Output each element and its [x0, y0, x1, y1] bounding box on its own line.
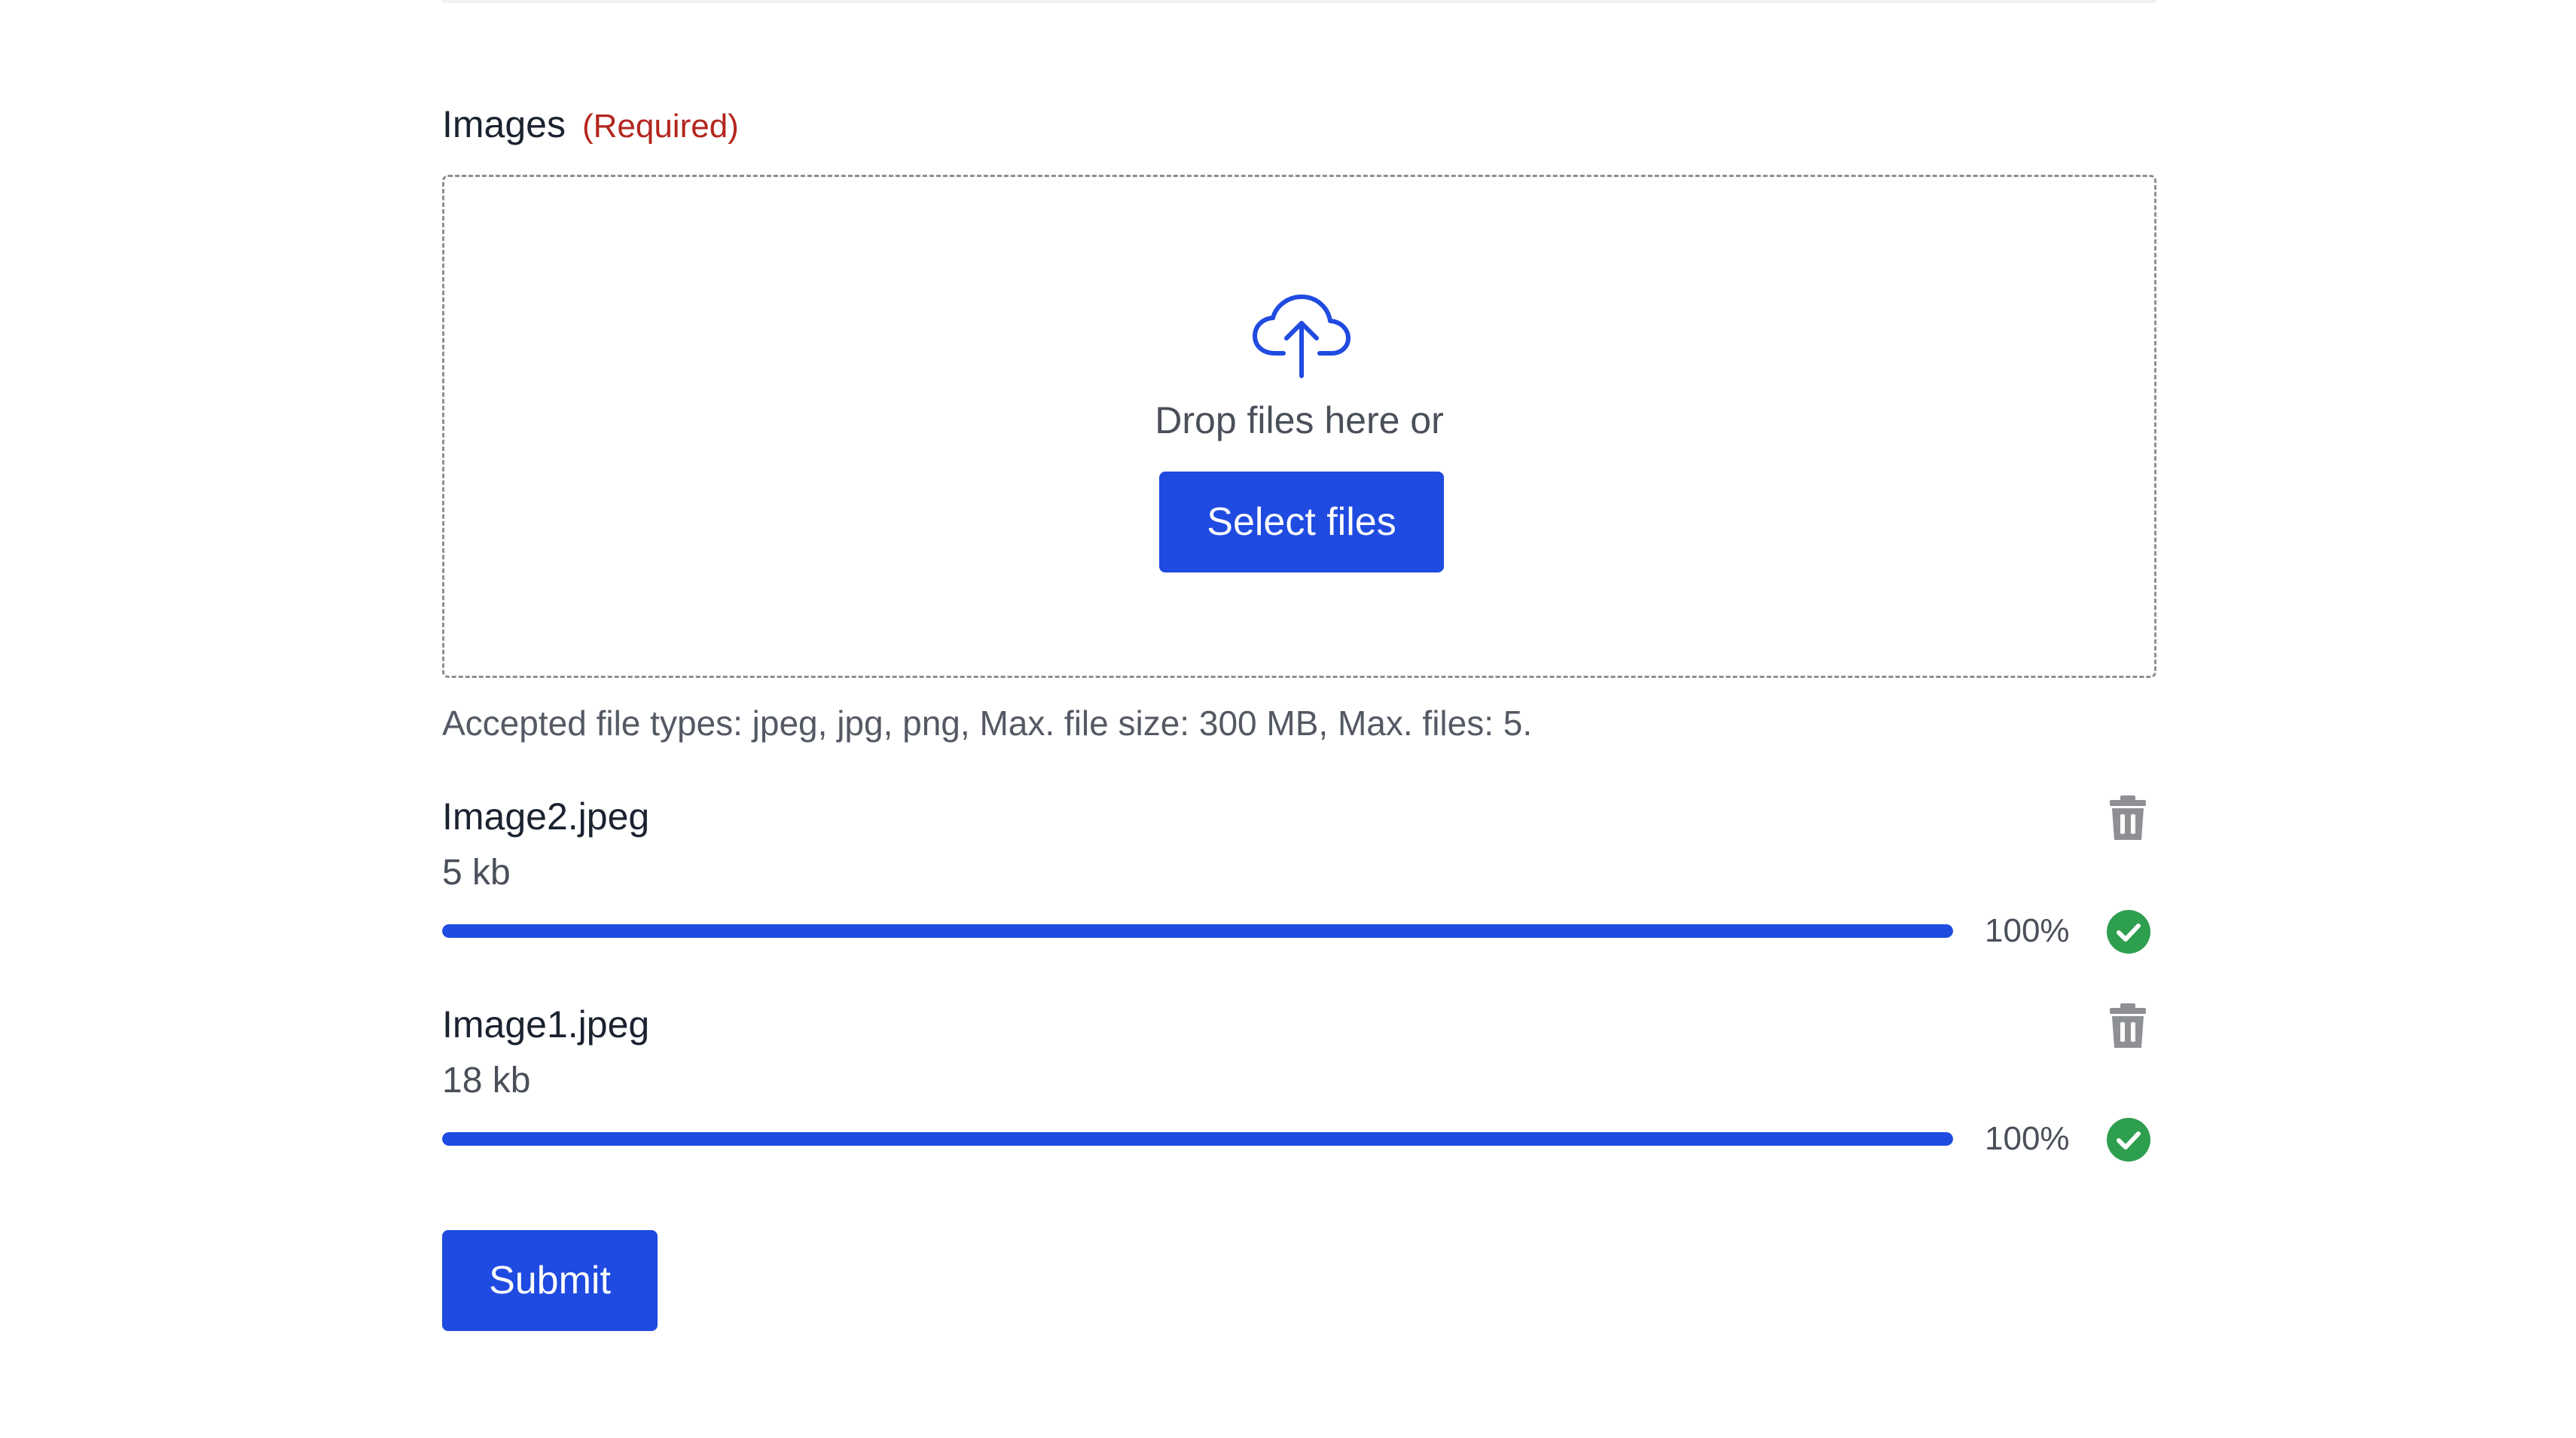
- file-dropzone[interactable]: Drop files here or Select files: [442, 175, 2156, 678]
- uploaded-file-item: Image2.jpeg 5 kb 100%: [442, 795, 2156, 954]
- image-upload-form: Images (Required) Drop files here or Sel…: [442, 0, 2156, 1438]
- upload-progress-bar: [442, 1132, 1953, 1146]
- upload-percent: 100%: [1985, 1120, 2070, 1157]
- images-field-label: Images (Required): [442, 102, 739, 146]
- check-circle-icon: [2107, 910, 2150, 954]
- upload-progress-fill: [442, 1132, 1953, 1146]
- upload-progress-fill: [442, 924, 1953, 938]
- images-label: Images: [442, 103, 566, 145]
- drop-files-prompt: Drop files here or: [1155, 399, 1444, 441]
- upload-percent: 100%: [1985, 912, 2070, 949]
- uploaded-file-item: Image1.jpeg 18 kb 100%: [442, 1003, 2156, 1162]
- select-files-button[interactable]: Select files: [1159, 472, 1444, 572]
- accepted-file-types-hint: Accepted file types: jpeg, jpg, png, Max…: [442, 704, 1533, 743]
- file-name: Image2.jpeg: [442, 795, 650, 838]
- submit-button[interactable]: Submit: [442, 1230, 658, 1331]
- file-size: 18 kb: [442, 1061, 531, 1101]
- file-size: 5 kb: [442, 853, 511, 893]
- required-indicator: (Required): [581, 108, 739, 145]
- cloud-upload-icon: [1253, 295, 1351, 378]
- upload-progress-bar: [442, 924, 1953, 938]
- trash-icon[interactable]: [2108, 795, 2147, 841]
- check-circle-icon: [2107, 1118, 2150, 1162]
- file-name: Image1.jpeg: [442, 1003, 650, 1046]
- trash-icon[interactable]: [2108, 1003, 2147, 1049]
